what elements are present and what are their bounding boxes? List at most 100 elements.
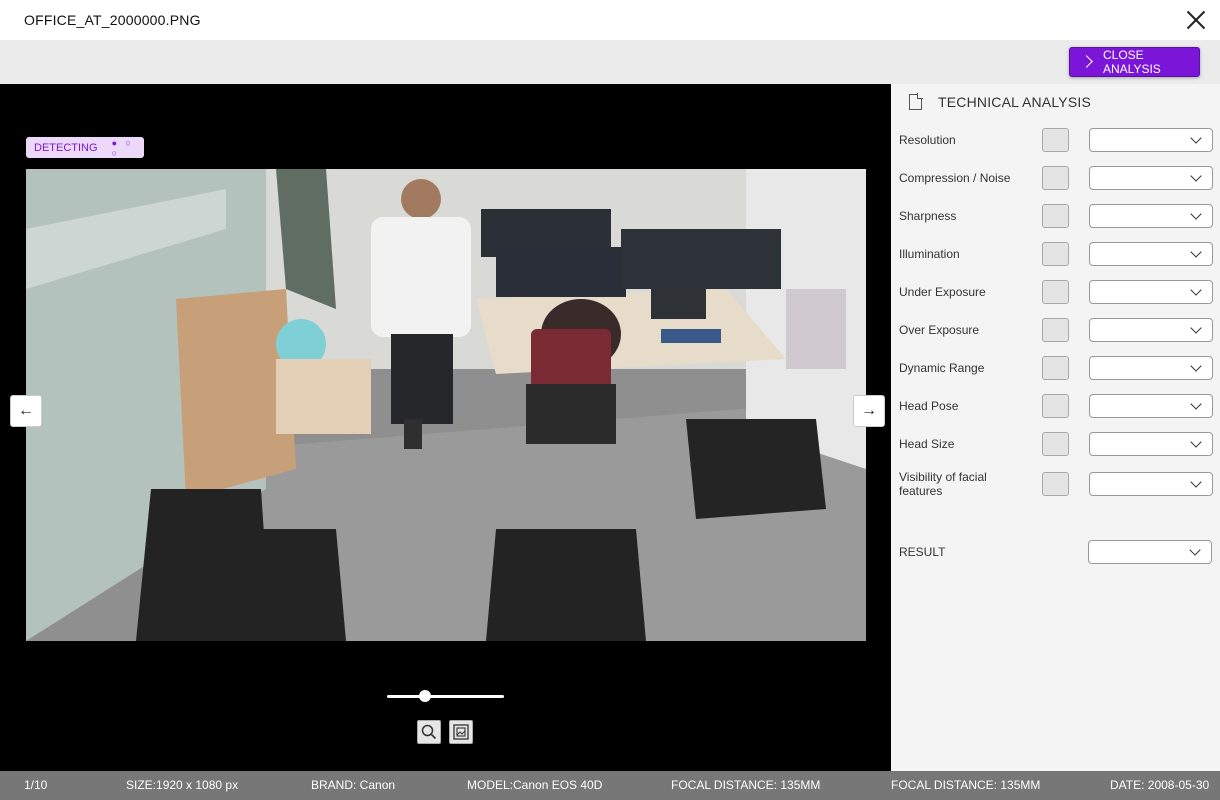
status-date: DATE: 2008-05-30 xyxy=(1110,778,1209,792)
zoom-slider-thumb[interactable] xyxy=(419,690,431,702)
close-analysis-label: CLOSE ANALYSIS xyxy=(1102,48,1161,76)
window-title: OFFICE_AT_2000000.PNG xyxy=(24,12,201,28)
chevron-down-icon xyxy=(1189,544,1201,556)
criterion-dropdown[interactable] xyxy=(1089,242,1213,266)
criterion-dropdown[interactable] xyxy=(1089,280,1213,304)
title-bar: OFFICE_AT_2000000.PNG xyxy=(0,0,1220,40)
fit-to-screen-button[interactable] xyxy=(449,720,473,744)
status-focal-distance-2: FOCAL DISTANCE: 135MM xyxy=(891,778,1040,792)
image-viewer: DETECTING ● ○ ○ ← → xyxy=(0,84,891,771)
panel-header: TECHNICAL ANALYSIS xyxy=(909,92,1091,112)
result-row: RESULT xyxy=(899,540,1214,564)
criterion-score-box[interactable] xyxy=(1042,166,1069,190)
criterion-dropdown[interactable] xyxy=(1089,318,1213,342)
status-brand-value: Canon xyxy=(356,778,396,792)
criterion-row: Visibility of facial features xyxy=(899,470,1214,498)
criterion-row: Compression / Noise xyxy=(899,166,1214,190)
close-icon[interactable] xyxy=(1182,6,1210,34)
arrow-right-icon: → xyxy=(861,402,877,419)
result-label: RESULT xyxy=(899,545,946,559)
status-focal-key: FOCAL DISTANCE: xyxy=(671,778,778,792)
status-focal-key-2: FOCAL DISTANCE: xyxy=(891,778,998,792)
criterion-dropdown[interactable] xyxy=(1089,128,1213,152)
criterion-row: Dynamic Range xyxy=(899,356,1214,380)
criterion-score-box[interactable] xyxy=(1042,242,1069,266)
status-bar: 1/10 SIZE:1920 x 1080 px BRAND: Canon MO… xyxy=(0,771,1220,800)
status-size-value: 1920 x 1080 px xyxy=(156,778,239,792)
page-counter: 1/10 xyxy=(24,778,48,792)
status-focal-value-2: 135MM xyxy=(997,778,1041,792)
zoom-button[interactable] xyxy=(417,720,441,744)
criterion-label: Dynamic Range xyxy=(899,361,985,375)
criterion-label: Head Size xyxy=(899,437,955,451)
chevron-right-icon xyxy=(1078,52,1097,72)
criterion-score-box[interactable] xyxy=(1042,204,1069,228)
criterion-label: Resolution xyxy=(899,133,956,147)
panel-title: TECHNICAL ANALYSIS xyxy=(938,94,1091,110)
criterion-row: Sharpness xyxy=(899,204,1214,228)
previous-image-button[interactable]: ← xyxy=(10,395,42,427)
criterion-row: Under Exposure xyxy=(899,280,1214,304)
criterion-dropdown[interactable] xyxy=(1089,166,1213,190)
criterion-label: Under Exposure xyxy=(899,285,986,299)
criterion-dropdown[interactable] xyxy=(1089,472,1213,496)
status-brand: BRAND: Canon xyxy=(311,778,395,792)
criterion-dropdown[interactable] xyxy=(1089,432,1213,456)
status-focal-value: 135MM xyxy=(777,778,821,792)
status-date-key: DATE: xyxy=(1110,778,1145,792)
status-model-value: Canon EOS 40D xyxy=(513,778,603,792)
chevron-down-icon xyxy=(1190,436,1202,448)
criterion-score-box[interactable] xyxy=(1042,356,1069,380)
criterion-row: Resolution xyxy=(899,128,1214,152)
detecting-label: DETECTING xyxy=(34,141,98,154)
criterion-label: Visibility of facial features xyxy=(899,470,987,498)
criterion-dropdown[interactable] xyxy=(1089,204,1213,228)
criterion-label: Sharpness xyxy=(899,209,957,223)
criterion-score-box[interactable] xyxy=(1042,394,1069,418)
close-analysis-button[interactable]: CLOSE ANALYSIS xyxy=(1069,47,1200,77)
chevron-down-icon xyxy=(1190,360,1202,372)
criterion-row: Head Pose xyxy=(899,394,1214,418)
criterion-label: Illumination xyxy=(899,247,960,261)
criterion-score-box[interactable] xyxy=(1042,128,1069,152)
chevron-down-icon xyxy=(1190,170,1202,182)
magnifier-icon xyxy=(421,724,437,740)
detecting-badge: DETECTING ● ○ ○ xyxy=(26,137,144,158)
detecting-dots: ● ○ ○ xyxy=(111,137,134,158)
status-focal-distance: FOCAL DISTANCE: 135MM xyxy=(671,778,820,792)
chevron-down-icon xyxy=(1190,322,1202,334)
fit-image-icon xyxy=(453,724,469,740)
criterion-label: Compression / Noise xyxy=(899,171,1011,185)
criterion-score-box[interactable] xyxy=(1042,280,1069,304)
zoom-slider[interactable] xyxy=(387,689,504,703)
status-size-key: SIZE: xyxy=(126,778,157,792)
criterion-score-box[interactable] xyxy=(1042,318,1069,342)
criterion-score-box[interactable] xyxy=(1042,432,1069,456)
criterion-score-box[interactable] xyxy=(1042,472,1069,496)
criterion-row: Head Size xyxy=(899,432,1214,456)
technical-analysis-panel: TECHNICAL ANALYSIS Resolution Compressio… xyxy=(891,84,1220,771)
office-photo xyxy=(26,169,866,641)
result-dropdown[interactable] xyxy=(1088,540,1212,564)
chevron-down-icon xyxy=(1190,476,1202,488)
status-date-value: 2008-05-30 xyxy=(1144,778,1210,792)
status-model: MODEL:Canon EOS 40D xyxy=(467,778,602,792)
status-size: SIZE:1920 x 1080 px xyxy=(126,778,238,792)
criterion-dropdown[interactable] xyxy=(1089,356,1213,380)
criterion-label: Head Pose xyxy=(899,399,959,413)
chevron-down-icon xyxy=(1190,398,1202,410)
chevron-down-icon xyxy=(1190,208,1202,220)
criterion-dropdown[interactable] xyxy=(1089,394,1213,418)
arrow-left-icon: ← xyxy=(18,402,34,419)
criterion-row: Over Exposure xyxy=(899,318,1214,342)
chevron-down-icon xyxy=(1190,132,1202,144)
status-model-key: MODEL: xyxy=(467,778,514,792)
chevron-down-icon xyxy=(1190,246,1202,258)
document-icon xyxy=(909,93,923,110)
next-image-button[interactable]: → xyxy=(853,395,885,427)
office-photo-illustration xyxy=(26,169,866,641)
zoom-slider-track xyxy=(387,695,504,698)
chevron-down-icon xyxy=(1190,284,1202,296)
toolbar: CLOSE ANALYSIS xyxy=(0,40,1220,84)
status-brand-key: BRAND: xyxy=(311,778,357,792)
